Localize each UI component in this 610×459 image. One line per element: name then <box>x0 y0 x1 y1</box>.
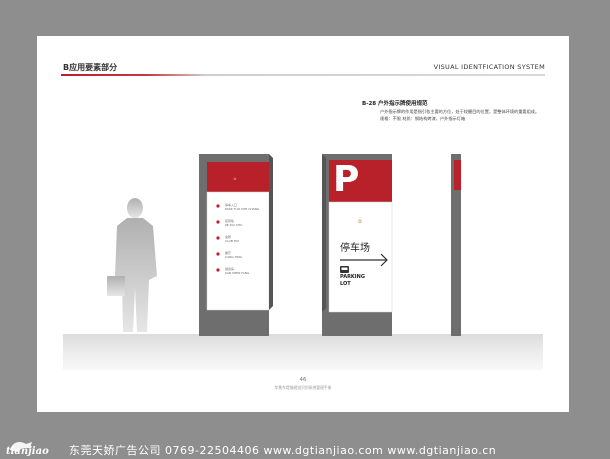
dir-item-2: 接待处 JIE DAI CHU <box>225 219 242 227</box>
signage-illustration: ♛ ✿ ✿ <box>107 154 461 336</box>
dir-item-4-en: CANG TING <box>225 255 242 259</box>
page-number: 46 <box>299 377 307 383</box>
dir-dot-1 <box>216 204 220 208</box>
dir-item-3-en: CLUB HUI <box>225 239 240 243</box>
parking-letter: P <box>333 159 360 200</box>
brand-logo-text: tianjiao <box>6 446 49 457</box>
parking-logo: ✿ <box>358 219 362 225</box>
dir-item-1: 停车入口 PARK TUO CHE CHANG <box>225 203 259 211</box>
directory-logo: ✿ <box>234 177 237 181</box>
dir-item-4: 餐厅 CANG TING <box>225 251 242 259</box>
parking-cn-label: 停车场 <box>340 243 370 254</box>
parking-en-label-1: PARKING <box>340 274 365 280</box>
page-footer: 华景东堤城视觉识别系统管理手册 <box>274 385 332 390</box>
dir-dot-3 <box>216 236 220 240</box>
dir-item-5-en: JIAN SHEN FANG <box>225 271 250 275</box>
directory-sign: ♛ ✿ <box>199 154 273 336</box>
dir-dot-4 <box>216 252 220 256</box>
dir-dot-2 <box>216 220 220 224</box>
person-silhouette <box>107 198 157 332</box>
parking-en-label-2: LOT <box>340 281 351 287</box>
dir-item-2-en: JIE DAI CHU <box>225 223 243 227</box>
dir-item-5: 健身房 JIAN SHEN FANG <box>225 267 249 275</box>
company-info: 东莞天娇广告公司 0769-22504406 www.dgtianjiao.co… <box>69 444 497 457</box>
manual-page: B应用要素部分 VISUAL IDENTFICATION SYSTEM B-28… <box>37 36 569 412</box>
dir-dot-5 <box>216 268 220 272</box>
sign-logo-text: ♛ <box>236 174 240 179</box>
dir-item-1-en: PARK TUO CHE CHANG <box>225 207 260 211</box>
dir-item-3: 会所 CLUB HUI <box>225 235 239 243</box>
side-view-sign <box>451 154 461 336</box>
